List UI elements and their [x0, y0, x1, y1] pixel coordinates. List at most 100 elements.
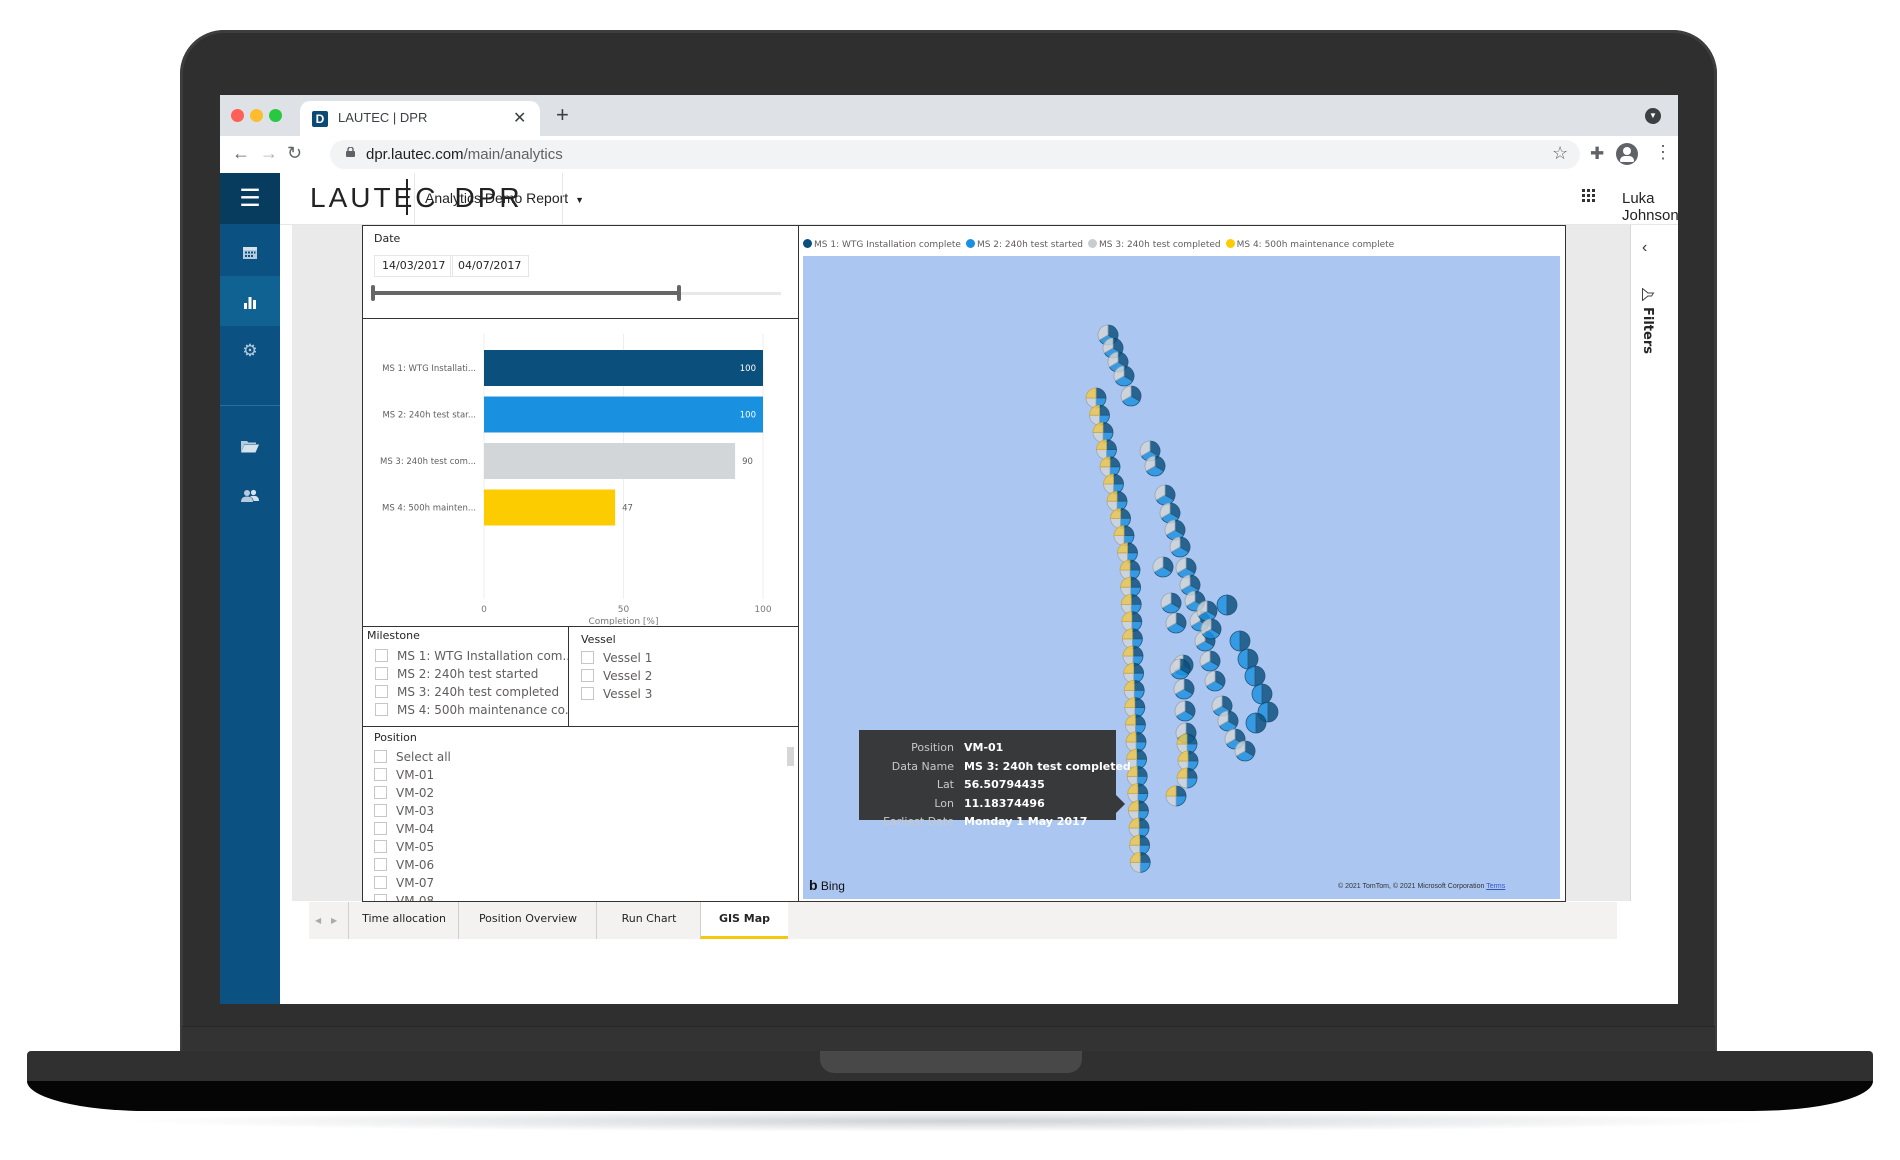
turbine-marker[interactable] — [1085, 387, 1107, 409]
tab-scroll-left-icon[interactable]: ◀ — [315, 902, 321, 939]
slicer-item[interactable]: MS 1: WTG Installation com... — [375, 647, 576, 665]
profile-avatar-icon[interactable] — [1616, 143, 1638, 165]
date-slider-end-handle[interactable] — [677, 285, 681, 301]
bookmark-star-icon[interactable]: ☆ — [1552, 143, 1568, 164]
turbine-marker[interactable] — [1099, 456, 1121, 478]
back-icon[interactable]: ← — [232, 143, 250, 164]
slicer-item[interactable]: MS 2: 240h test started — [375, 665, 576, 683]
checkbox[interactable] — [375, 667, 388, 680]
turbine-marker[interactable] — [1113, 365, 1135, 387]
checkbox[interactable] — [581, 669, 594, 682]
slicer-item[interactable]: VM-03 — [374, 802, 451, 820]
checkbox[interactable] — [374, 768, 387, 781]
page-tab[interactable]: Position Overview — [458, 902, 597, 939]
tab-close-icon[interactable]: ✕ — [513, 108, 526, 128]
slicer-item[interactable]: Vessel 1 — [581, 649, 652, 667]
slicer-item[interactable]: Vessel 3 — [581, 685, 652, 703]
slicer-item[interactable]: VM-06 — [374, 856, 451, 874]
slicer-item[interactable]: VM-01 — [374, 766, 451, 784]
turbine-marker[interactable] — [1113, 525, 1135, 547]
extensions-icon[interactable]: ✚ — [1590, 144, 1604, 164]
slicer-item[interactable]: VM-08 — [374, 892, 451, 901]
turbine-marker[interactable] — [1152, 556, 1174, 578]
checkbox[interactable] — [374, 858, 387, 871]
checkbox[interactable] — [374, 822, 387, 835]
collapse-chevron-icon[interactable]: ‹ — [1642, 239, 1647, 257]
turbine-marker[interactable] — [1110, 507, 1131, 529]
slicer-item[interactable]: MS 4: 500h maintenance co... — [375, 701, 576, 719]
checkbox[interactable] — [375, 649, 388, 662]
slicer-item[interactable]: VM-04 — [374, 820, 451, 838]
checkbox[interactable] — [374, 786, 387, 799]
turbine-marker[interactable] — [1103, 473, 1124, 495]
legend-item[interactable]: MS 2: 240h test started — [965, 239, 1083, 250]
sidebar-item-calendar[interactable] — [220, 226, 280, 276]
turbine-marker[interactable] — [1200, 618, 1222, 640]
checkbox[interactable] — [581, 687, 594, 700]
turbine-marker[interactable] — [1199, 650, 1221, 672]
menu-toggle-icon[interactable]: ☰ — [220, 173, 280, 224]
window-minimize-button[interactable] — [250, 109, 263, 122]
turbine-marker[interactable] — [1160, 592, 1182, 614]
turbine-marker[interactable] — [1089, 404, 1110, 426]
date-slider-start-handle[interactable] — [371, 285, 375, 301]
start-date-input[interactable]: 14/03/2017 — [374, 255, 454, 277]
turbine-marker[interactable] — [1165, 612, 1187, 634]
checkbox[interactable] — [581, 651, 594, 664]
slicer-item[interactable]: VM-07 — [374, 874, 451, 892]
turbine-marker[interactable] — [1234, 740, 1256, 762]
new-tab-icon[interactable]: + — [556, 102, 569, 128]
tab-scroll-right-icon[interactable]: ▶ — [331, 902, 337, 939]
turbine-marker[interactable] — [1169, 536, 1191, 558]
address-bar[interactable]: dpr.lautec.com/main/analytics ☆ — [330, 140, 1580, 169]
tab-search-icon[interactable]: ▼ — [1645, 108, 1661, 124]
turbine-marker[interactable] — [1204, 670, 1226, 692]
turbine-marker[interactable] — [1173, 678, 1195, 700]
turbine-marker[interactable] — [1165, 785, 1187, 807]
page-tab[interactable]: GIS Map — [700, 902, 788, 939]
slicer-item[interactable]: Vessel 2 — [581, 667, 652, 685]
turbine-marker[interactable] — [1092, 421, 1114, 443]
apps-grid-icon[interactable] — [1582, 189, 1595, 207]
page-tab[interactable]: Run Chart — [596, 902, 701, 939]
checkbox[interactable] — [374, 876, 387, 889]
checkbox[interactable] — [375, 685, 388, 698]
turbine-marker[interactable] — [1174, 700, 1196, 722]
turbine-marker[interactable] — [1216, 594, 1238, 616]
reload-icon[interactable]: ↻ — [287, 143, 302, 164]
legend-item[interactable]: MS 4: 500h maintenance complete — [1225, 239, 1394, 250]
turbine-marker[interactable] — [1245, 712, 1267, 734]
checkbox[interactable] — [374, 804, 387, 817]
bing-logo[interactable]: b Bing — [809, 877, 845, 893]
window-close-button[interactable] — [231, 109, 244, 122]
turbine-marker[interactable] — [1106, 490, 1128, 512]
browser-menu-icon[interactable]: ⋮ — [1654, 142, 1672, 163]
slicer-item[interactable]: MS 3: 240h test completed — [375, 683, 576, 701]
sidebar-item-folder[interactable] — [220, 420, 280, 470]
browser-tab[interactable]: D LAUTEC | DPR ✕ — [300, 101, 540, 136]
terms-link[interactable]: Terms — [1486, 883, 1505, 890]
turbine-marker[interactable] — [1154, 484, 1176, 506]
turbine-marker[interactable] — [1144, 455, 1166, 477]
window-maximize-button[interactable] — [269, 109, 282, 122]
turbine-marker[interactable] — [1120, 385, 1142, 407]
turbine-marker[interactable] — [1096, 439, 1117, 461]
sidebar-item-settings[interactable]: ⚙ — [220, 326, 280, 376]
slicer-item[interactable]: Select all — [374, 748, 451, 766]
turbine-marker[interactable] — [1251, 683, 1273, 705]
end-date-input[interactable]: 04/07/2017 — [450, 255, 530, 277]
turbine-marker[interactable] — [1196, 600, 1218, 622]
turbine-marker[interactable] — [1129, 851, 1151, 873]
turbine-marker[interactable] — [1117, 542, 1138, 564]
slicer-item[interactable]: VM-02 — [374, 784, 451, 802]
forward-icon[interactable]: → — [260, 143, 278, 164]
turbine-marker[interactable] — [1169, 658, 1191, 680]
turbine-marker[interactable] — [1217, 710, 1239, 732]
sidebar-item-users[interactable] — [220, 470, 280, 520]
slicer-item[interactable]: VM-05 — [374, 838, 451, 856]
checkbox[interactable] — [374, 840, 387, 853]
report-selector-dropdown[interactable]: Analytics Demo Report ▼ — [425, 190, 584, 206]
checkbox[interactable] — [375, 703, 388, 716]
legend-item[interactable]: MS 3: 240h test completed — [1088, 239, 1221, 250]
page-tab[interactable]: Time allocation — [348, 902, 459, 939]
